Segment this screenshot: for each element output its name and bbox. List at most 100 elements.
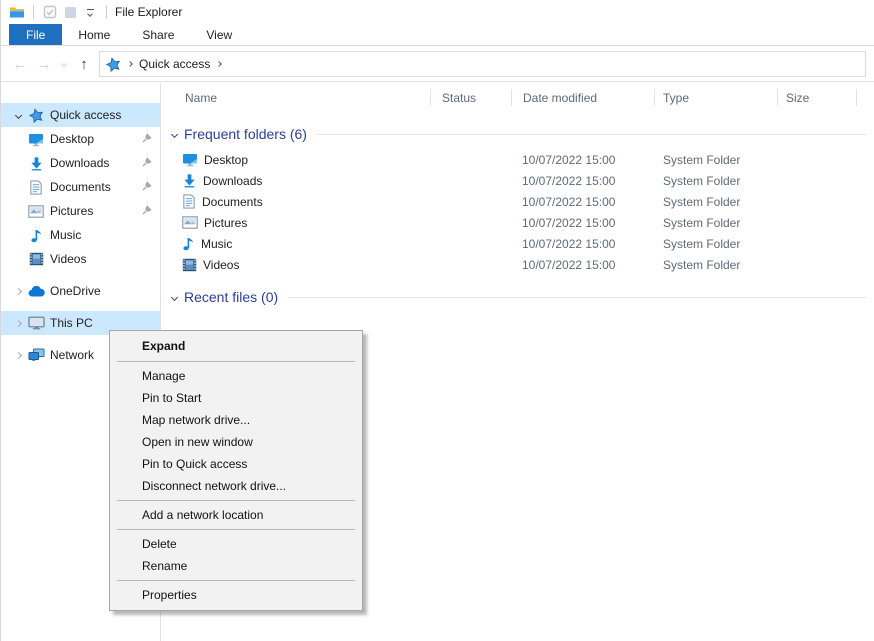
pin-icon xyxy=(141,157,152,168)
date-modified: 10/07/2022 15:00 xyxy=(512,237,655,251)
date-modified: 10/07/2022 15:00 xyxy=(512,258,655,272)
ribbon-tabs: File Home Share View xyxy=(1,24,874,46)
menu-item-pin-to-start[interactable]: Pin to Start xyxy=(110,387,362,409)
group-header-frequent-folders[interactable]: Frequent folders (6) xyxy=(161,123,874,145)
sidebar-item-label: Documents xyxy=(50,180,111,194)
documents-icon xyxy=(27,180,45,195)
menu-item-expand[interactable]: Expand xyxy=(110,333,362,358)
app-folder-icon xyxy=(7,2,27,22)
file-row-videos[interactable]: Videos 10/07/2022 15:00 System Folder xyxy=(161,254,874,275)
group-header-recent-files[interactable]: Recent files (0) xyxy=(161,286,874,308)
context-menu: Expand Manage Pin to Start Map network d… xyxy=(109,330,363,611)
date-modified: 10/07/2022 15:00 xyxy=(512,195,655,209)
file-type: System Folder xyxy=(655,195,778,209)
file-row-downloads[interactable]: Downloads 10/07/2022 15:00 System Folder xyxy=(161,170,874,191)
chevron-down-icon[interactable] xyxy=(167,295,182,300)
menu-separator xyxy=(117,580,355,581)
file-type: System Folder xyxy=(655,258,778,272)
menu-item-disconnect-network-drive[interactable]: Disconnect network drive... xyxy=(110,475,362,497)
column-header-status[interactable]: Status xyxy=(430,83,512,112)
column-header-date-modified[interactable]: Date modified xyxy=(512,83,655,112)
file-row-pictures[interactable]: Pictures 10/07/2022 15:00 System Folder xyxy=(161,212,874,233)
chevron-right-icon[interactable] xyxy=(9,289,27,294)
desktop-icon xyxy=(182,152,198,167)
navigation-buttons: ← → ↑ xyxy=(1,53,99,75)
downloads-icon xyxy=(182,173,197,188)
tab-share[interactable]: Share xyxy=(126,24,190,45)
breadcrumb-chevron-icon[interactable] xyxy=(217,61,223,67)
address-bar[interactable]: Quick access xyxy=(99,51,866,77)
properties-icon[interactable] xyxy=(40,2,60,22)
menu-item-manage[interactable]: Manage xyxy=(110,365,362,387)
forward-icon[interactable]: → xyxy=(33,53,55,75)
recent-locations-icon[interactable] xyxy=(57,62,71,66)
file-name: Documents xyxy=(202,195,263,209)
sidebar-item-quick-access[interactable]: Quick access xyxy=(1,103,160,127)
sidebar-item-label: OneDrive xyxy=(50,284,101,298)
menu-item-pin-to-quick-access[interactable]: Pin to Quick access xyxy=(110,453,362,475)
network-icon xyxy=(27,348,45,362)
menu-item-delete[interactable]: Delete xyxy=(110,533,362,555)
sidebar-item-label: Music xyxy=(50,228,81,242)
tab-file[interactable]: File xyxy=(9,24,62,45)
sidebar-item-music[interactable]: Music xyxy=(1,223,160,247)
window-title: File Explorer xyxy=(115,5,182,19)
file-row-desktop[interactable]: Desktop 10/07/2022 15:00 System Folder xyxy=(161,149,874,170)
title-bar: File Explorer xyxy=(1,0,874,24)
column-header-name[interactable]: Name xyxy=(161,83,430,112)
file-name: Downloads xyxy=(203,174,262,188)
new-folder-icon[interactable] xyxy=(60,2,80,22)
back-icon[interactable]: ← xyxy=(9,53,31,75)
file-row-music[interactable]: Music 10/07/2022 15:00 System Folder xyxy=(161,233,874,254)
address-bar-row: ← → ↑ Quick access xyxy=(1,47,874,82)
sidebar-item-downloads[interactable]: Downloads xyxy=(1,151,160,175)
breadcrumb-chevron-icon[interactable] xyxy=(127,61,133,67)
sidebar-item-label: Desktop xyxy=(50,132,94,146)
up-icon[interactable]: ↑ xyxy=(73,53,95,75)
frequent-folders-list: Desktop 10/07/2022 15:00 System Folder xyxy=(161,149,874,275)
date-modified: 10/07/2022 15:00 xyxy=(512,153,655,167)
menu-item-properties[interactable]: Properties xyxy=(110,584,362,606)
file-explorer-window: File Explorer File Home Share View ← → ↑… xyxy=(0,0,874,641)
music-icon xyxy=(27,228,45,243)
sidebar-item-label: This PC xyxy=(50,316,93,330)
column-header-type[interactable]: Type xyxy=(655,83,778,112)
chevron-right-icon[interactable] xyxy=(9,321,27,326)
sidebar-item-documents[interactable]: Documents xyxy=(1,175,160,199)
file-row-documents[interactable]: Documents 10/07/2022 15:00 System Folder xyxy=(161,191,874,212)
file-type: System Folder xyxy=(655,216,778,230)
sidebar-item-label: Network xyxy=(50,348,94,362)
menu-item-add-network-location[interactable]: Add a network location xyxy=(110,504,362,526)
group-header-label: Recent files (0) xyxy=(184,289,278,305)
group-header-label: Frequent folders (6) xyxy=(184,126,307,142)
sidebar-item-desktop[interactable]: Desktop xyxy=(1,127,160,151)
sidebar-item-videos[interactable]: Videos xyxy=(1,247,160,271)
sidebar-item-label: Quick access xyxy=(50,108,121,122)
menu-item-rename[interactable]: Rename xyxy=(110,555,362,577)
sidebar-item-pictures[interactable]: Pictures xyxy=(1,199,160,223)
this-pc-monitor-icon xyxy=(27,316,45,330)
chevron-down-icon[interactable] xyxy=(167,132,182,137)
music-icon xyxy=(182,236,195,251)
date-modified: 10/07/2022 15:00 xyxy=(512,216,655,230)
sidebar-item-onedrive[interactable]: OneDrive xyxy=(1,279,160,303)
tab-home[interactable]: Home xyxy=(62,24,126,45)
file-name: Videos xyxy=(203,258,239,272)
tab-view[interactable]: View xyxy=(190,24,248,45)
chevron-down-icon[interactable] xyxy=(9,113,27,118)
menu-item-map-network-drive[interactable]: Map network drive... xyxy=(110,409,362,431)
customize-qat-icon[interactable] xyxy=(80,2,100,22)
file-name: Desktop xyxy=(204,153,248,167)
breadcrumb-quick-access[interactable]: Quick access xyxy=(139,57,210,71)
sidebar-item-label: Downloads xyxy=(50,156,109,170)
chevron-right-icon[interactable] xyxy=(9,353,27,358)
column-headers: Name Status Date modified Type Size xyxy=(161,83,874,112)
column-header-size[interactable]: Size xyxy=(778,83,857,112)
pin-icon xyxy=(141,181,152,192)
group-header-rule xyxy=(288,297,866,298)
menu-separator xyxy=(117,500,355,501)
menu-item-open-in-new-window[interactable]: Open in new window xyxy=(110,431,362,453)
onedrive-cloud-icon xyxy=(27,286,45,297)
pin-icon xyxy=(141,133,152,144)
file-name: Pictures xyxy=(204,216,247,230)
